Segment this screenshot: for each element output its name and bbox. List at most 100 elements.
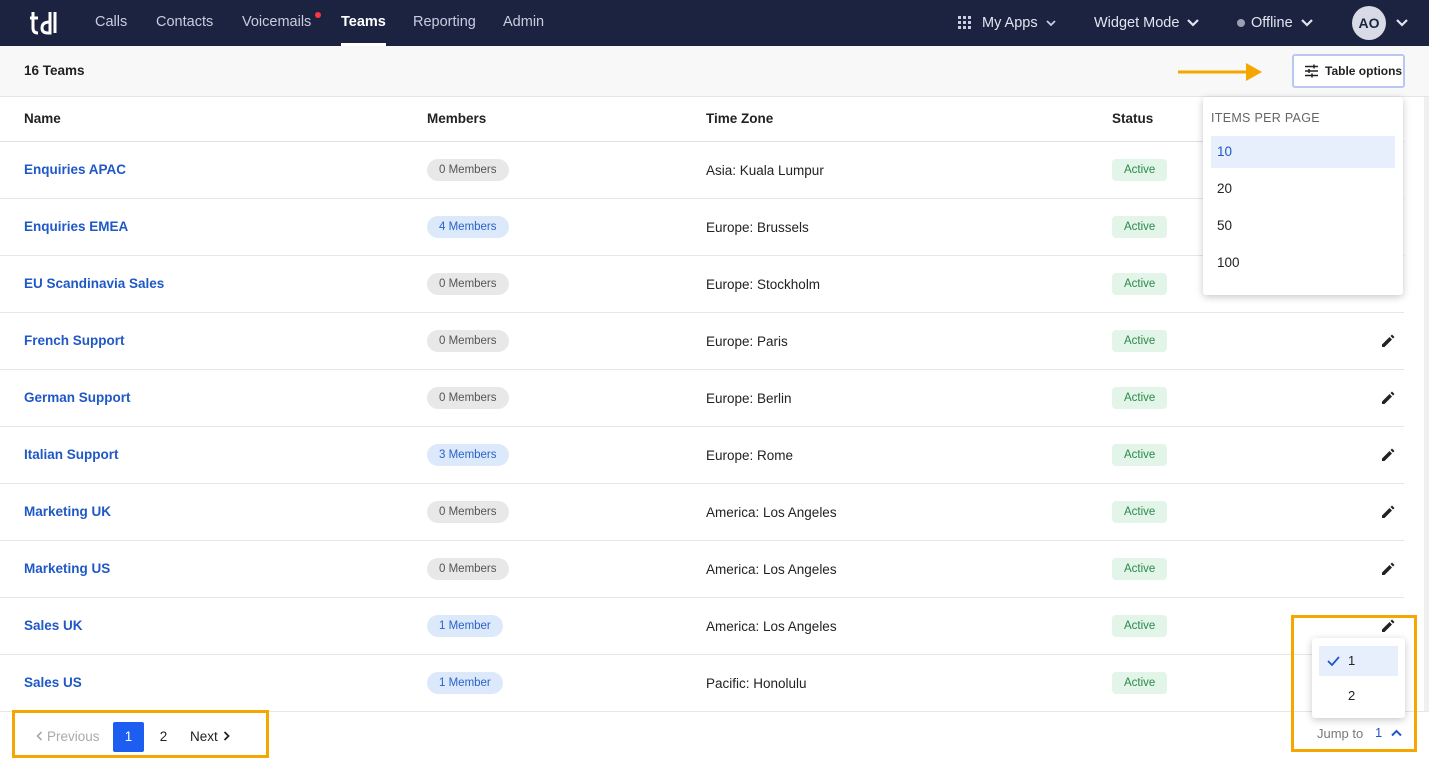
teams-count: 16 Teams (24, 63, 85, 78)
column-header-timezone[interactable]: Time Zone (706, 111, 773, 126)
next-label: Next (190, 729, 218, 744)
table-row[interactable]: Sales US 1 Member Pacific: Honolulu Acti… (0, 655, 1404, 712)
scrollbar[interactable] (1424, 97, 1429, 711)
team-name-link[interactable]: Enquiries APAC (24, 162, 126, 177)
members-badge: 0 Members (427, 330, 509, 352)
team-name-link[interactable]: Sales US (24, 675, 82, 690)
nav-teams[interactable]: Teams (341, 0, 386, 46)
page-button-2[interactable]: 2 (148, 722, 179, 752)
page-button-1[interactable]: 1 (113, 722, 144, 752)
table-row[interactable]: French Support 0 Members Europe: Paris A… (0, 313, 1404, 370)
status-label: Offline (1251, 15, 1293, 31)
jump-to-option-label: 2 (1348, 688, 1356, 703)
status-badge: Active (1112, 273, 1168, 295)
chevron-down-icon (1045, 19, 1056, 26)
status-dot-icon (1237, 19, 1245, 27)
tdl-logo[interactable] (28, 8, 58, 38)
status-badge: Active (1112, 672, 1168, 694)
nav-contacts[interactable]: Contacts (156, 0, 213, 46)
table-row[interactable]: Enquiries APAC 0 Members Asia: Kuala Lum… (0, 142, 1404, 199)
my-apps-menu[interactable]: My Apps (958, 0, 1056, 46)
table-row[interactable]: Italian Support 3 Members Europe: Rome A… (0, 427, 1404, 484)
time-zone: Asia: Kuala Lumpur (706, 163, 824, 178)
my-apps-label: My Apps (982, 15, 1038, 31)
chevron-down-icon (1187, 19, 1200, 27)
table-row[interactable]: Marketing US 0 Members America: Los Ange… (0, 541, 1404, 598)
time-zone: Pacific: Honolulu (706, 676, 807, 691)
user-avatar[interactable]: AO (1352, 6, 1386, 40)
jump-to-option[interactable]: 1 (1319, 646, 1398, 676)
items-per-page-option[interactable]: 10 (1211, 136, 1395, 168)
chevron-right-icon (223, 731, 230, 741)
table-header: Name Members Time Zone Status (0, 97, 1404, 142)
edit-pencil-icon[interactable] (1380, 390, 1396, 406)
team-name-link[interactable]: Italian Support (24, 447, 119, 462)
table-row[interactable]: German Support 0 Members Europe: Berlin … (0, 370, 1404, 427)
previous-page-button[interactable]: Previous (36, 729, 100, 744)
status-badge: Active (1112, 615, 1168, 637)
status-badge: Active (1112, 330, 1168, 352)
voicemail-notification-dot (315, 12, 321, 18)
members-badge: 0 Members (427, 159, 509, 181)
team-name-link[interactable]: Enquiries EMEA (24, 219, 128, 234)
team-name-link[interactable]: Sales UK (24, 618, 83, 633)
previous-label: Previous (47, 729, 100, 744)
status-badge: Active (1112, 444, 1168, 466)
edit-pencil-icon[interactable] (1380, 504, 1396, 520)
sliders-icon (1305, 64, 1318, 78)
members-badge: 0 Members (427, 558, 509, 580)
chevron-up-icon (1391, 729, 1402, 737)
status-badge: Active (1112, 159, 1168, 181)
members-badge: 0 Members (427, 273, 509, 295)
team-name-link[interactable]: Marketing US (24, 561, 110, 576)
table-row[interactable]: Sales UK 1 Member America: Los Angeles A… (0, 598, 1404, 655)
time-zone: Europe: Brussels (706, 220, 809, 235)
table-row[interactable]: Enquiries EMEA 4 Members Europe: Brussel… (0, 199, 1404, 256)
edit-pencil-icon[interactable] (1380, 561, 1396, 577)
column-header-status[interactable]: Status (1112, 111, 1153, 126)
table-options-label: Table options (1325, 64, 1403, 78)
team-name-link[interactable]: EU Scandinavia Sales (24, 276, 164, 291)
nav-voicemails[interactable]: Voicemails (242, 0, 311, 46)
arrow-annotation (1178, 63, 1262, 81)
edit-pencil-icon[interactable] (1380, 447, 1396, 463)
edit-pencil-icon[interactable] (1380, 333, 1396, 349)
nav-calls[interactable]: Calls (95, 0, 127, 46)
time-zone: Europe: Paris (706, 334, 788, 349)
status-badge: Active (1112, 387, 1168, 409)
team-name-link[interactable]: Marketing UK (24, 504, 111, 519)
status-badge: Active (1112, 501, 1168, 523)
time-zone: America: Los Angeles (706, 619, 837, 634)
table-row[interactable]: EU Scandinavia Sales 0 Members Europe: S… (0, 256, 1404, 313)
team-name-link[interactable]: German Support (24, 390, 131, 405)
widget-mode-label: Widget Mode (1094, 15, 1180, 31)
members-badge: 3 Members (427, 444, 509, 466)
time-zone: Europe: Stockholm (706, 277, 821, 292)
jump-to-dropdown: 1 2 (1312, 638, 1405, 718)
nav-reporting[interactable]: Reporting (413, 0, 476, 46)
time-zone: America: Los Angeles (706, 505, 837, 520)
items-per-page-option[interactable]: 20 (1211, 173, 1395, 205)
apps-grid-icon (958, 16, 971, 29)
members-badge: 0 Members (427, 501, 509, 523)
status-badge: Active (1112, 216, 1168, 238)
checkmark-icon (1327, 656, 1340, 666)
time-zone: Europe: Rome (706, 448, 794, 463)
column-header-name[interactable]: Name (24, 111, 61, 126)
jump-to-select[interactable]: 1 (1375, 725, 1402, 740)
members-badge: 1 Member (427, 615, 503, 637)
jump-to-label: Jump to (1317, 726, 1364, 741)
table-options-button[interactable]: Table options (1292, 54, 1405, 88)
chevron-down-icon[interactable] (1396, 19, 1408, 27)
table-row[interactable]: Marketing UK 0 Members America: Los Ange… (0, 484, 1404, 541)
widget-mode-menu[interactable]: Widget Mode (1094, 0, 1200, 46)
items-per-page-option[interactable]: 50 (1211, 210, 1395, 242)
jump-to-option[interactable]: 2 (1319, 681, 1398, 711)
presence-status-menu[interactable]: Offline (1237, 0, 1313, 46)
nav-admin[interactable]: Admin (503, 0, 544, 46)
column-header-members[interactable]: Members (427, 111, 486, 126)
next-page-button[interactable]: Next (190, 729, 230, 744)
team-name-link[interactable]: French Support (24, 333, 125, 348)
items-per-page-option[interactable]: 100 (1211, 247, 1395, 279)
items-per-page-dropdown: ITEMS PER PAGE 10 20 50 100 (1203, 97, 1403, 295)
